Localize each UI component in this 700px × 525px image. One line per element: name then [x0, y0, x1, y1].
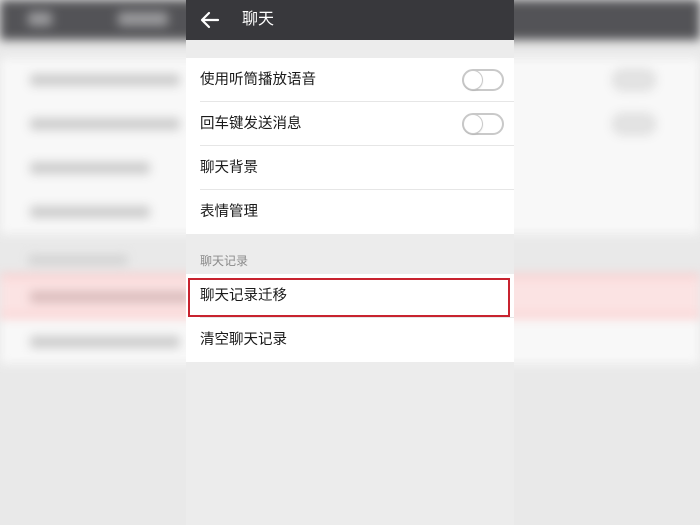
chat-background-row[interactable]: 聊天背景 [186, 146, 514, 190]
sticker-management-label: 表情管理 [200, 204, 258, 220]
earpiece-playback-toggle[interactable] [462, 69, 504, 91]
clear-chat-history-label: 清空聊天记录 [200, 332, 287, 348]
bg-section-label [28, 255, 128, 265]
clear-chat-history-row[interactable]: 清空聊天记录 [186, 318, 514, 362]
enter-to-send-toggle[interactable] [462, 113, 504, 135]
earpiece-playback-label: 使用听筒播放语音 [200, 72, 316, 88]
bg-toggle [612, 69, 656, 91]
bg-header-block [28, 12, 52, 26]
page-title: 聊天 [242, 9, 275, 28]
bg-header-block [118, 12, 168, 26]
chat-background-label: 聊天背景 [200, 160, 258, 176]
bg-text-line [30, 118, 180, 130]
bg-text-line [30, 336, 180, 348]
bg-text-line [30, 206, 150, 218]
chat-history-section-title: 聊天记录 [200, 254, 249, 268]
chat-settings-screen: 聊天 使用听筒播放语音 回车键发送消息 聊天背景 表情管理 聊天记录 聊天记录迁… [186, 0, 514, 525]
bg-text-line [30, 291, 190, 303]
earpiece-playback-row[interactable]: 使用听筒播放语音 [186, 58, 514, 102]
highlight-box [188, 278, 510, 317]
enter-to-send-label: 回车键发送消息 [200, 116, 302, 132]
top-bar: 聊天 [186, 0, 514, 40]
arrow-left-icon[interactable] [198, 8, 222, 32]
toggle-knob [464, 115, 482, 133]
bg-toggle [612, 113, 656, 135]
chat-settings-group: 使用听筒播放语音 回车键发送消息 聊天背景 表情管理 [186, 58, 514, 234]
sticker-management-row[interactable]: 表情管理 [186, 190, 514, 234]
bg-text-line [30, 162, 150, 174]
bg-text-line [30, 74, 180, 86]
enter-to-send-row[interactable]: 回车键发送消息 [186, 102, 514, 146]
toggle-knob [464, 71, 482, 89]
